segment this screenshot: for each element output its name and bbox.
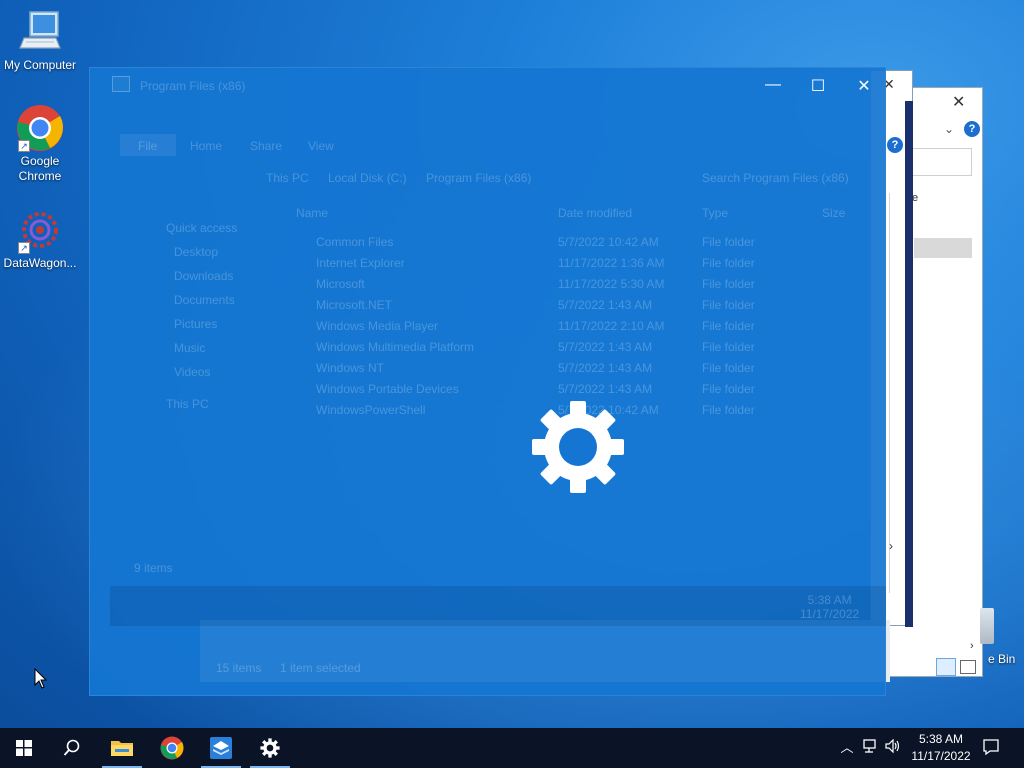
taskbar-datawagon[interactable] xyxy=(197,728,245,768)
minimize-icon[interactable]: — xyxy=(758,76,788,94)
start-button[interactable] xyxy=(0,728,48,768)
desktop-icon-datawagon[interactable]: ↗ DataWagon... xyxy=(0,206,80,271)
large-icons-view-icon[interactable] xyxy=(960,660,976,674)
show-hidden-icons-chevron-icon[interactable]: ︿ xyxy=(838,739,856,757)
desktop-icon-label: Google Chrome xyxy=(18,154,62,183)
taskbar: ︿ 5:38 AM 11/17/2022 xyxy=(0,728,1024,768)
search-icon xyxy=(63,739,80,756)
desktop-icon-label: My Computer xyxy=(3,58,77,72)
volume-icon[interactable] xyxy=(884,738,902,757)
ghost-window-title: Program Files (x86) xyxy=(140,79,246,93)
close-icon[interactable]: ✕ xyxy=(849,76,879,96)
loading-overlay: Program Files (x86) — ☐ ✕ File Home Shar… xyxy=(89,67,891,696)
details-view-icon[interactable] xyxy=(936,658,956,676)
desktop-icon-google-chrome[interactable]: ↗ Google Chrome xyxy=(0,104,80,184)
search-box[interactable] xyxy=(910,148,972,176)
taskbar-settings[interactable] xyxy=(246,728,294,768)
desktop-icon-my-computer[interactable]: My Computer xyxy=(0,8,80,73)
scroll-right-icon: › xyxy=(887,540,891,552)
chevron-down-icon[interactable]: ⌄ xyxy=(944,122,954,136)
search-button[interactable] xyxy=(48,728,96,768)
windows-logo-icon xyxy=(16,740,32,756)
gear-icon xyxy=(260,738,280,758)
mouse-cursor-icon xyxy=(34,667,48,693)
datawagon-icon xyxy=(210,737,232,759)
computer-icon xyxy=(16,8,64,56)
help-icon[interactable]: ? xyxy=(964,121,980,137)
folder-icon xyxy=(112,76,130,92)
notifications-icon[interactable] xyxy=(982,738,1000,756)
folder-icon xyxy=(111,741,133,756)
chrome-icon: ↗ xyxy=(16,104,64,152)
clock-time: 5:38 AM xyxy=(918,732,964,746)
desktop-icon-label: DataWagon... xyxy=(3,256,77,270)
clock-date: 11/17/2022 xyxy=(911,749,971,763)
taskbar-file-explorer[interactable] xyxy=(98,728,146,768)
selected-row xyxy=(914,238,972,258)
shortcut-arrow-icon: ↗ xyxy=(18,242,30,254)
close-icon[interactable]: ✕ xyxy=(952,92,965,112)
shortcut-arrow-icon: ↗ xyxy=(18,140,30,152)
datawagon-icon: ↗ xyxy=(16,206,64,254)
recycle-bin-icon xyxy=(980,608,994,644)
taskbar-chrome[interactable] xyxy=(148,728,196,768)
network-icon[interactable] xyxy=(862,739,880,757)
chrome-icon xyxy=(160,736,184,760)
loading-gear-icon xyxy=(530,399,626,495)
maximize-icon[interactable]: ☐ xyxy=(803,76,833,96)
taskbar-clock[interactable]: 5:38 AM 11/17/2022 xyxy=(908,731,974,765)
scroll-right-icon[interactable]: › xyxy=(970,640,974,652)
help-icon[interactable]: ? xyxy=(887,137,903,153)
desktop-icon-recycle-bin[interactable]: e Bin xyxy=(980,604,1024,674)
